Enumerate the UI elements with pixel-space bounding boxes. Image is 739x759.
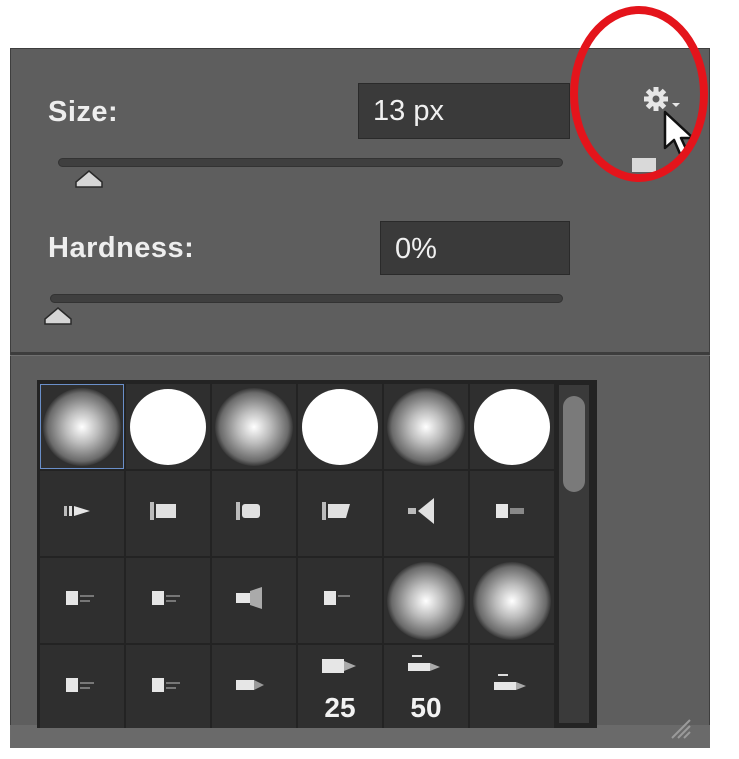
soft-round-brush-icon [473,561,551,640]
hard-round-brush-icon [130,388,206,465]
size-slider-thumb[interactable] [75,170,103,188]
brush-tip-icon [60,583,104,618]
brush-preset-cell[interactable] [40,645,124,728]
brush-tip-icon [318,583,362,618]
brush-tip-icon [146,670,190,705]
brush-preset-cell[interactable] [298,471,382,556]
brush-tip-icon [146,496,190,531]
brush-preset-cell[interactable]: 25 [298,645,382,728]
brush-tip-icon [60,670,104,705]
size-field[interactable]: 13 px [358,83,570,139]
brush-tip-icon [318,651,362,686]
brush-preset-cell[interactable] [40,558,124,643]
brush-preset-cell[interactable] [470,471,554,556]
brush-tip-icon [490,670,534,705]
hardness-slider[interactable] [50,294,563,303]
brush-tip-icon [404,651,448,686]
brush-preset-cell[interactable]: 50 [384,645,468,728]
brush-size-label: 50 [410,692,442,723]
brush-preset-cell[interactable] [40,384,124,469]
brush-tip-icon [60,496,104,531]
brush-preset-cell[interactable] [40,471,124,556]
brush-preset-cell[interactable] [298,558,382,643]
brush-preset-cell[interactable] [384,471,468,556]
brush-preset-cell[interactable] [470,558,554,643]
brush-preset-cell[interactable] [384,384,468,469]
brush-preset-cell[interactable] [126,471,210,556]
resize-grip-icon[interactable] [668,718,694,740]
soft-round-brush-icon [387,387,465,466]
hardness-slider-thumb[interactable] [44,307,72,325]
hardness-field[interactable]: 0% [380,221,570,275]
panel-divider [10,352,710,356]
soft-round-brush-icon [387,561,465,640]
brush-tip-icon [232,583,276,618]
brush-preset-cell[interactable] [212,471,296,556]
brush-preset-cell[interactable] [212,645,296,728]
size-slider[interactable] [58,158,563,167]
brush-tip-icon [490,496,534,531]
brush-size-label: 25 [324,692,356,723]
brush-preset-cell[interactable] [212,558,296,643]
brush-preset-cell[interactable] [126,558,210,643]
brush-preset-cell[interactable] [470,384,554,469]
brush-preset-cell[interactable] [470,645,554,728]
soft-round-brush-icon [215,387,293,466]
highlight-circle [570,6,708,182]
brush-preset-cell[interactable] [126,384,210,469]
size-label: Size: [48,96,119,128]
brush-preset-cell[interactable] [212,384,296,469]
brush-preset-cell[interactable] [298,384,382,469]
grid-scroll-thumb[interactable] [563,396,585,492]
brush-tip-icon [318,496,362,531]
hard-round-brush-icon [302,388,378,465]
panel-footer [10,725,710,748]
hardness-label: Hardness: [48,232,195,264]
hard-round-brush-icon [474,388,550,465]
brush-preset-cell[interactable] [384,558,468,643]
brush-tip-icon [232,496,276,531]
brush-preset-grid: 25 50 [37,380,597,728]
brush-tip-icon [232,670,276,705]
brush-tip-icon [146,583,190,618]
brush-tip-icon [404,496,448,531]
soft-round-brush-icon [43,387,121,466]
brush-preset-cell[interactable] [126,645,210,728]
